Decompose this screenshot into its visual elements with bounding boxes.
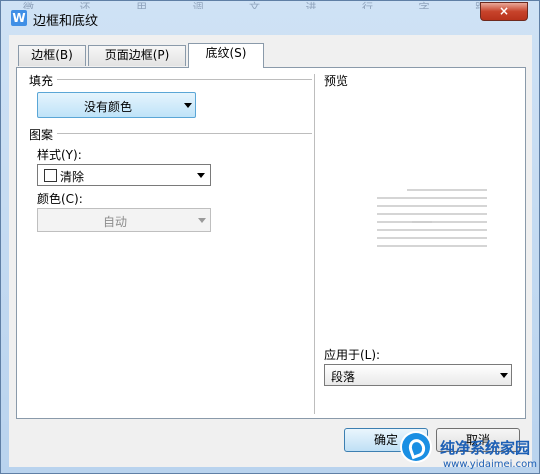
window-title: 边框和底纹: [33, 14, 99, 29]
pattern-style-value: 清除: [60, 170, 85, 184]
chevron-down-icon: [197, 173, 205, 178]
preview-label: 预览: [324, 74, 349, 88]
fill-color-dropdown[interactable]: 没有颜色: [37, 92, 196, 118]
watermark-logo-icon: [402, 433, 430, 461]
chevron-down-icon: [198, 218, 206, 223]
watermark-url: www.yidaimei.com: [443, 459, 537, 470]
fill-color-value: 没有颜色: [83, 100, 132, 114]
tab-borders[interactable]: 边框(B): [18, 45, 86, 66]
fill-section-label: 填充: [29, 74, 54, 88]
fill-divider: [57, 79, 312, 80]
style-label: 样式(Y):: [37, 148, 82, 162]
title-bar[interactable]: W 边框和底纹 ×: [1, 1, 539, 35]
shading-panel: 填充 没有颜色 图案 样式(Y): 清除 颜色(C): 自动 预览 应用于(L)…: [16, 67, 526, 419]
column-divider: [314, 74, 315, 414]
pattern-section-label: 图案: [29, 128, 54, 142]
color-swatch: [44, 169, 57, 182]
apply-to-label: 应用于(L):: [324, 348, 381, 362]
tab-page-border[interactable]: 页面边框(P): [88, 45, 186, 66]
chevron-down-icon: [184, 103, 192, 108]
close-button[interactable]: ×: [480, 2, 528, 21]
preview-image: [377, 189, 487, 247]
pattern-color-label: 颜色(C):: [37, 192, 83, 206]
apply-to-select[interactable]: 段落: [324, 364, 512, 386]
pattern-divider: [57, 133, 312, 134]
wps-writer-icon: W: [11, 10, 27, 26]
apply-to-value: 段落: [331, 370, 356, 384]
dialog-window: 微 还 用 调 文 进 行 字 距 饰 设 置 的 文 字 W 边框和底纹 × …: [0, 0, 540, 474]
pattern-style-select[interactable]: 清除: [37, 164, 211, 186]
pattern-color-value: 自动: [102, 215, 127, 229]
pattern-color-select[interactable]: 自动: [37, 208, 211, 232]
tab-shading[interactable]: 底纹(S): [188, 43, 264, 68]
chevron-down-icon: [500, 373, 508, 378]
dialog-body: 边框(B) 页面边框(P) 底纹(S) 填充 没有颜色 图案 样式(Y): 清除…: [9, 35, 532, 467]
watermark-text: 纯净系统家园: [440, 439, 531, 457]
